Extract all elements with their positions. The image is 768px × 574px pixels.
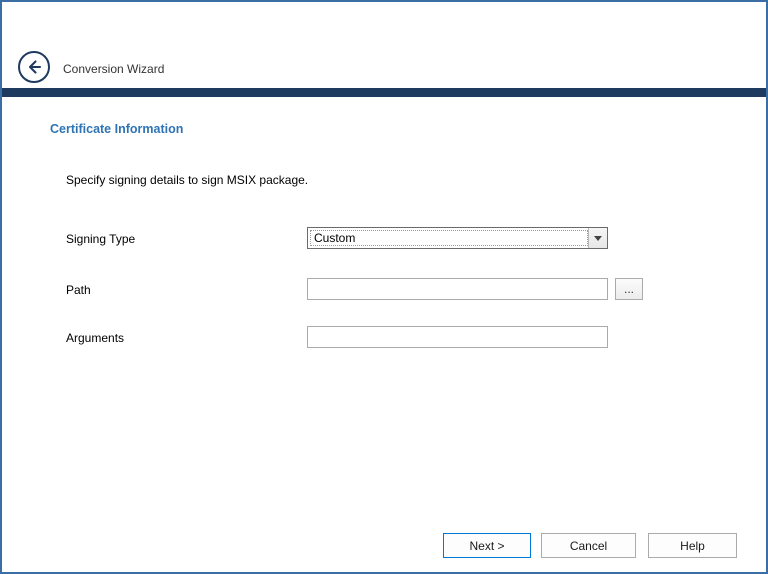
path-input[interactable] [307,278,608,300]
signing-type-label: Signing Type [66,232,135,246]
signing-type-combobox[interactable]: Custom [307,227,608,249]
chevron-down-icon [594,236,602,241]
wizard-header: Conversion Wizard [2,2,766,88]
arguments-input[interactable] [307,326,608,348]
back-arrow-icon [26,59,42,75]
arguments-label: Arguments [66,331,124,345]
cancel-button[interactable]: Cancel [541,533,636,558]
path-label: Path [66,283,91,297]
page-title: Certificate Information [50,122,183,136]
page-description: Specify signing details to sign MSIX pac… [66,173,308,187]
signing-type-value: Custom [314,231,355,245]
header-separator [2,88,766,97]
wizard-title: Conversion Wizard [63,62,164,76]
browse-button[interactable]: ... [615,278,643,300]
next-button[interactable]: Next > [443,533,531,558]
help-button[interactable]: Help [648,533,737,558]
conversion-wizard-dialog: ✕ Conversion Wizard Certificate Informat… [0,0,768,574]
back-button[interactable] [18,51,50,83]
combobox-dropdown-button[interactable] [588,228,607,248]
